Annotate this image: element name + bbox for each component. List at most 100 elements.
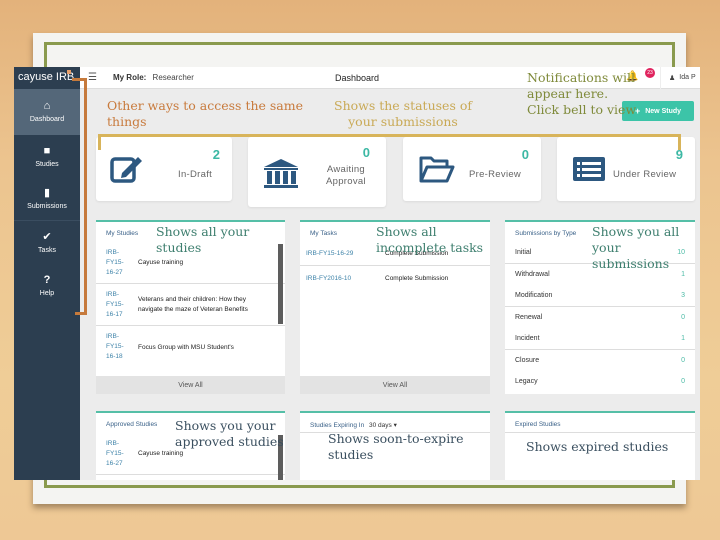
stat-label-line2: Approval xyxy=(326,176,366,187)
id-part: FY15- xyxy=(106,449,124,457)
notification-count-badge[interactable]: 23 xyxy=(645,68,655,78)
callout-incomplete-tasks: Shows all incomplete tasks xyxy=(376,224,484,255)
study-id[interactable]: IRB- FY15- 16-17 xyxy=(96,290,138,320)
sidebar-item-dashboard[interactable]: ⌂ Dashboard xyxy=(14,89,80,135)
role-value: Researcher xyxy=(152,73,194,82)
view-all-button[interactable]: View All xyxy=(300,376,490,394)
submission-type: Modification xyxy=(515,291,553,299)
table-row[interactable]: IRB-FY2016-10 Complete Submission xyxy=(300,266,490,290)
panel-title: Studies Expiring In 30 days ▾ xyxy=(300,413,490,433)
expiry-range-value: 30 days xyxy=(369,422,392,429)
submission-type: Legacy xyxy=(515,378,538,386)
id-part: FY15- xyxy=(106,343,124,350)
table-row[interactable]: IRB- FY15- 16-17 Veterans and their chil… xyxy=(96,284,285,326)
callout-other-ways: Other ways to access the same things xyxy=(107,98,304,129)
study-id[interactable]: IRB- FY15- 16-18 xyxy=(96,332,138,362)
submission-count: 0 xyxy=(681,356,685,364)
id-part: FY15- xyxy=(106,258,124,266)
study-id[interactable]: IRB- FY15- 16-27 xyxy=(96,439,138,469)
document-icon: ▮ xyxy=(43,187,51,199)
submission-type: Renewal xyxy=(515,313,543,321)
folder-open-icon xyxy=(419,156,455,183)
list-item[interactable]: Modification 3 xyxy=(505,285,695,307)
stat-label: Awaiting Approval xyxy=(326,164,366,188)
caret-down-icon: ▾ xyxy=(393,422,397,429)
id-part: 16-17 xyxy=(106,310,123,318)
table-row[interactable]: IRB- FY15- 16-18 Focus Group with MSU St… xyxy=(96,326,285,368)
id-part: IRB- xyxy=(106,439,119,447)
id-part: IRB- xyxy=(106,290,119,298)
sidebar-item-label: Studies xyxy=(35,160,59,168)
id-part: 16-18 xyxy=(106,353,123,360)
list-icon xyxy=(573,157,605,181)
id-part: 16-27 xyxy=(106,268,123,276)
home-icon: ⌂ xyxy=(43,100,51,112)
panel-title: Expired Studies xyxy=(505,413,695,433)
role-label: My Role: xyxy=(112,73,147,82)
list-item[interactable]: Legacy 0 xyxy=(505,371,695,393)
submission-type: Closure xyxy=(515,356,540,364)
edit-icon xyxy=(110,157,142,183)
sidebar-item-submissions[interactable]: ▮ Submissions xyxy=(14,178,80,221)
callout-statuses: Shows the statuses of your submissions xyxy=(334,98,472,129)
list-item[interactable]: Renewal 0 xyxy=(505,307,695,329)
view-all-button[interactable]: View All xyxy=(96,376,285,394)
study-id[interactable]: IRB- FY15- 16-27 xyxy=(96,248,138,278)
sidebar-item-label: Help xyxy=(39,289,55,297)
stat-label: Pre-Review xyxy=(469,169,522,180)
list-item[interactable]: Incident 1 xyxy=(505,328,695,350)
expiry-range-dropdown[interactable]: 30 days ▾ xyxy=(369,422,397,429)
task-name: Complete Submission xyxy=(385,274,449,282)
page-title: Dashboard xyxy=(335,72,380,83)
callout-all-studies: Shows all your studies xyxy=(156,224,250,255)
sidebar-bracket xyxy=(75,78,87,315)
new-study-label: New Study xyxy=(645,107,682,115)
scrollbar[interactable] xyxy=(278,244,283,324)
callout-expired: Shows expired studies xyxy=(526,439,669,454)
list-item[interactable]: Closure 0 xyxy=(505,350,695,372)
submission-count: 0 xyxy=(681,378,685,386)
callout-soon-expire: Shows soon-to-expire studies xyxy=(328,431,464,462)
bracket-tick-top xyxy=(72,78,78,81)
task-study-id[interactable]: IRB-FY15-16-29 xyxy=(300,250,385,257)
institution-icon xyxy=(264,159,298,188)
submission-count: 1 xyxy=(681,334,685,342)
brand-logo[interactable]: cayuse IRB xyxy=(14,67,80,89)
brand-name: cayuse IRB xyxy=(18,71,75,83)
callout-notifications: Notifications will appear here. Click be… xyxy=(527,70,637,117)
id-part: 16-27 xyxy=(106,459,123,467)
role-selector[interactable]: My Role: Researcher xyxy=(113,73,194,82)
question-icon: ? xyxy=(43,273,51,286)
id-part: FY15- xyxy=(106,300,124,308)
stat-label: Under Review xyxy=(613,169,677,180)
brand-dot-icon xyxy=(67,70,71,74)
submission-type: Initial xyxy=(515,248,532,256)
id-part: IRB- xyxy=(106,248,119,256)
sidebar-item-tasks[interactable]: ✔ Tasks xyxy=(14,221,80,264)
study-title: Veterans and their children: How they na… xyxy=(138,295,248,313)
study-title: Cayuse training xyxy=(138,259,184,266)
submission-count: 0 xyxy=(681,313,685,321)
user-name: Ida P xyxy=(679,74,696,81)
user-icon: ♟ xyxy=(669,74,676,82)
sidebar-item-studies[interactable]: ■ Studies xyxy=(14,135,80,178)
id-part: IRB- xyxy=(106,333,119,340)
stat-label: In-Draft xyxy=(178,169,213,180)
sidebar: cayuse IRB ⌂ Dashboard ■ Studies ▮ Submi… xyxy=(14,67,80,480)
task-study-id[interactable]: IRB-FY2016-10 xyxy=(300,275,385,282)
study-title: Cayuse training xyxy=(138,450,184,457)
callout-approved: Shows you your approved studies xyxy=(175,418,284,449)
hamburger-menu-icon[interactable]: ☰ xyxy=(88,72,97,83)
sidebar-item-label: Dashboard xyxy=(29,116,65,123)
sidebar-item-label: Tasks xyxy=(38,246,56,254)
submission-type: Incident xyxy=(515,334,540,342)
sidebar-item-help[interactable]: ? Help xyxy=(14,264,80,307)
checkmark-icon: ✔ xyxy=(42,230,52,243)
user-menu[interactable]: ♟ Ida P xyxy=(660,67,696,89)
callout-all-submissions: Shows you all your submissions xyxy=(592,224,680,271)
folder-icon: ■ xyxy=(43,144,51,157)
panel-title-text: Studies Expiring In xyxy=(310,422,365,429)
sidebar-item-label: Submissions xyxy=(27,203,67,210)
submission-count: 3 xyxy=(681,291,685,299)
status-cards-bracket xyxy=(98,134,681,150)
